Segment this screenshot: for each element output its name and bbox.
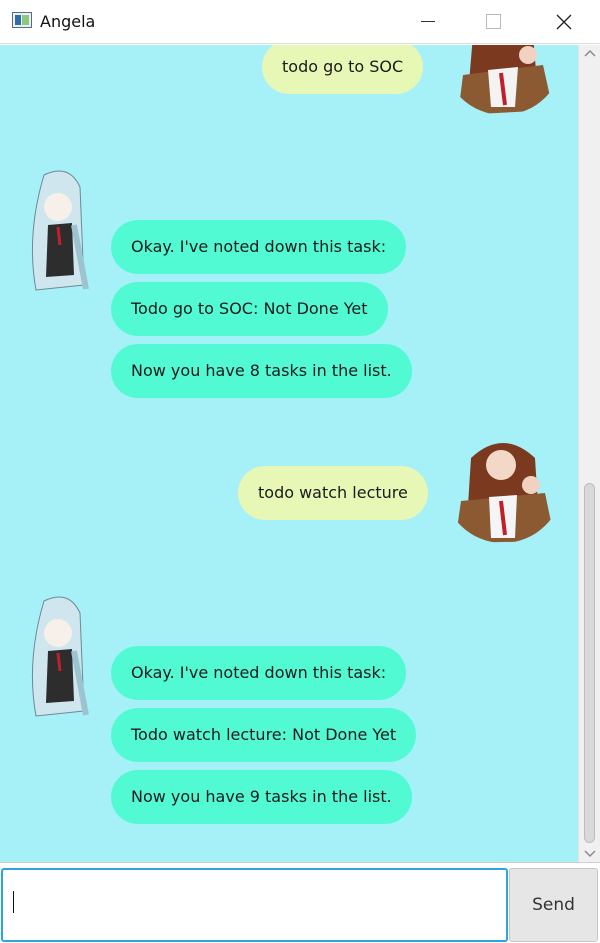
close-button[interactable]	[540, 0, 586, 44]
bot-avatar-icon	[14, 165, 110, 295]
bot-message-bubble: Okay. I've noted down this task:	[111, 220, 407, 274]
chat-area[interactable]: todo go to SOC Okay. I've noted down thi…	[0, 45, 578, 862]
minimize-button[interactable]	[405, 0, 451, 44]
chevron-up-icon	[584, 49, 596, 57]
app-window-icon	[12, 12, 32, 28]
bot-message-bubble: Now you have 9 tasks in the list.	[111, 770, 412, 824]
chat-scrollbar[interactable]	[578, 45, 600, 862]
bot-message-bubble: Todo go to SOC: Not Done Yet	[111, 282, 388, 336]
bot-avatar-icon	[14, 591, 110, 721]
user-avatar-icon	[443, 45, 563, 115]
text-caret	[13, 891, 14, 913]
user-message-bubble: todo watch lecture	[238, 466, 428, 520]
scrollbar-thumb[interactable]	[584, 483, 595, 843]
close-icon	[556, 14, 572, 30]
title-bar: Angela	[0, 0, 600, 44]
maximize-button[interactable]	[470, 0, 516, 44]
scroll-down-button[interactable]	[579, 844, 600, 862]
window-title: Angela	[40, 12, 96, 31]
chevron-down-icon	[584, 850, 596, 858]
bot-message-bubble: Now you have 8 tasks in the list.	[111, 344, 412, 398]
user-message-bubble: todo go to SOC	[262, 45, 424, 94]
scroll-up-button[interactable]	[579, 45, 600, 63]
send-button[interactable]: Send	[509, 868, 598, 942]
bot-message-bubble: Okay. I've noted down this task:	[111, 646, 407, 700]
bot-message-bubble: Todo watch lecture: Not Done Yet	[111, 708, 417, 762]
input-bar: Send	[0, 862, 600, 943]
user-avatar-icon	[443, 423, 563, 543]
message-input[interactable]	[1, 868, 508, 942]
